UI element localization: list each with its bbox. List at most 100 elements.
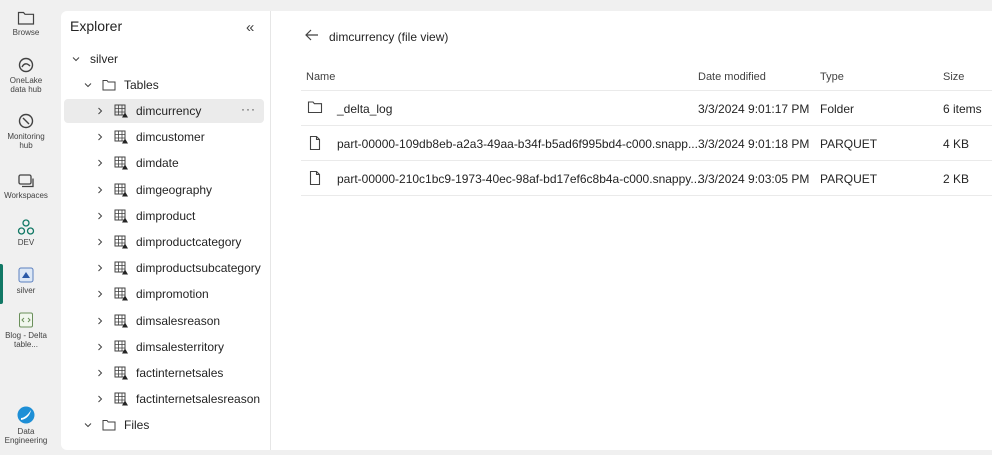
file-date: 3/3/2024 9:01:18 PM xyxy=(698,137,810,151)
tree-item-table[interactable]: dimdate xyxy=(64,151,264,175)
nav-workspace-dev[interactable]: DEV xyxy=(0,218,52,247)
tree-item-table[interactable]: dimcustomer xyxy=(64,125,264,149)
nav-workspaces[interactable]: Workspaces xyxy=(0,173,52,200)
delta-table-icon xyxy=(114,156,130,170)
chevron-right-icon[interactable] xyxy=(94,185,106,195)
more-options-button[interactable]: ··· xyxy=(241,102,256,116)
file-date: 3/3/2024 9:01:17 PM xyxy=(698,102,810,116)
table-name: dimpromotion xyxy=(136,287,209,302)
tree-item-tables[interactable]: Tables xyxy=(64,73,264,97)
tree-item-lakehouse[interactable]: silver xyxy=(64,47,264,71)
chevron-right-icon[interactable] xyxy=(94,263,106,273)
tree-item-table[interactable]: dimgeography xyxy=(64,178,264,202)
explorer-pane: Explorer « silver Tables dimcurrency ··· d… xyxy=(61,11,271,450)
nav-monitoring-hub[interactable]: Monitoring hub xyxy=(0,112,52,150)
delta-table-icon xyxy=(114,340,130,354)
notebook-icon xyxy=(19,312,33,328)
chevron-right-icon[interactable] xyxy=(94,316,106,326)
table-name: dimsalesterritory xyxy=(136,339,225,354)
column-header-date[interactable]: Date modified xyxy=(698,71,766,83)
collapse-explorer-button[interactable]: « xyxy=(246,19,254,36)
file-row[interactable]: _delta_log 3/3/2024 9:01:17 PM Folder 6 ite… xyxy=(301,91,992,126)
file-row[interactable]: part-00000-210c1bc9-1973-40ec-98af-bd17e… xyxy=(301,161,992,196)
lakehouse-icon xyxy=(18,267,34,283)
file-row[interactable]: part-00000-109db8eb-a2a3-49aa-b34f-b5ad6… xyxy=(301,126,992,161)
nav-onelake-label: OneLake data hub xyxy=(9,76,43,94)
tree-item-files[interactable]: Files xyxy=(64,413,264,437)
table-name: factinternetsalesreason xyxy=(136,392,261,407)
chevron-down-icon[interactable] xyxy=(82,420,94,430)
chevron-right-icon[interactable] xyxy=(94,158,106,168)
breadcrumb: dimcurrency (file view) xyxy=(329,30,449,44)
row-icon xyxy=(307,135,323,154)
file-view-pane: dimcurrency (file view) Name Date modifi… xyxy=(271,11,992,450)
chevron-right-icon[interactable] xyxy=(94,394,106,404)
table-name: dimcustomer xyxy=(136,130,205,145)
files-label: Files xyxy=(124,418,150,432)
file-icon xyxy=(309,135,321,151)
nav-onelake-data-hub[interactable]: OneLake data hub xyxy=(0,56,52,94)
column-header-name[interactable]: Name xyxy=(306,71,335,83)
chevron-right-icon[interactable] xyxy=(94,289,106,299)
tree-item-table[interactable]: dimsalesreason xyxy=(64,309,264,333)
chevron-down-icon[interactable] xyxy=(82,80,94,90)
nav-browse-label: Browse xyxy=(12,28,40,37)
file-icon xyxy=(309,170,321,186)
chevron-right-icon[interactable] xyxy=(94,237,106,247)
data-engineering-icon xyxy=(17,406,35,424)
column-header-size[interactable]: Size xyxy=(943,71,964,83)
folder-icon xyxy=(307,101,323,114)
delta-table-icon xyxy=(114,209,130,223)
file-type: PARQUET xyxy=(820,172,878,186)
delta-table-icon xyxy=(114,392,130,406)
back-button[interactable] xyxy=(304,28,320,47)
table-name: dimsalesreason xyxy=(136,313,221,328)
file-size: 6 items xyxy=(943,102,982,116)
file-name[interactable]: _delta_log xyxy=(337,102,392,116)
onelake-icon xyxy=(18,57,34,73)
tree-item-table[interactable]: dimsalesterritory xyxy=(64,335,264,359)
chevron-right-icon[interactable] xyxy=(94,368,106,378)
tree-item-table[interactable]: factinternetsales xyxy=(64,361,264,385)
monitoring-icon xyxy=(18,113,34,129)
row-icon xyxy=(307,100,323,117)
column-header-type[interactable]: Type xyxy=(820,71,844,83)
table-name: dimdate xyxy=(136,156,179,171)
chevron-down-icon[interactable] xyxy=(70,54,82,64)
table-name: dimgeography xyxy=(136,182,213,197)
file-type: Folder xyxy=(820,102,855,116)
nav-monitoring-label: Monitoring hub xyxy=(7,132,45,150)
tables-label: Tables xyxy=(124,78,159,92)
nav-workspaces-label: Workspaces xyxy=(4,191,48,200)
tree-item-table[interactable]: dimpromotion xyxy=(64,282,264,306)
delta-table-icon xyxy=(114,130,130,144)
table-name: dimproductcategory xyxy=(136,235,242,249)
file-size: 4 KB xyxy=(943,137,970,151)
tree-item-table[interactable]: dimproduct xyxy=(64,204,264,228)
tree-item-table[interactable]: factinternetsalesreason xyxy=(64,387,264,411)
chevron-right-icon[interactable] xyxy=(94,132,106,142)
file-type: PARQUET xyxy=(820,137,878,151)
tree-item-table[interactable]: dimproductcategory xyxy=(64,230,264,254)
tree-item-table[interactable]: dimcurrency ··· xyxy=(64,99,264,123)
nav-browse[interactable]: Browse xyxy=(0,10,52,37)
table-name: dimcurrency xyxy=(136,104,202,118)
delta-table-icon xyxy=(114,183,130,197)
file-name[interactable]: part-00000-109db8eb-a2a3-49aa-b34f-b5ad6… xyxy=(337,137,698,151)
file-name[interactable]: part-00000-210c1bc9-1973-40ec-98af-bd17e… xyxy=(337,172,700,186)
chevron-right-icon[interactable] xyxy=(94,211,106,221)
arrow-left-icon xyxy=(305,29,318,41)
chevron-right-icon[interactable] xyxy=(94,342,106,352)
chevron-right-icon[interactable] xyxy=(94,106,106,116)
table-name: dimproduct xyxy=(136,208,196,223)
workspace-dev-icon xyxy=(17,219,35,235)
top-strip xyxy=(61,0,992,11)
nav-data-engineering[interactable]: Data Engineering xyxy=(0,405,52,445)
nav-blog-notebook[interactable]: Blog - Delta table... xyxy=(0,311,52,349)
folder-icon xyxy=(17,11,35,25)
tree-item-table[interactable]: dimproductsubcategory xyxy=(64,256,264,280)
table-name: factinternetsales xyxy=(136,366,224,380)
nav-silver[interactable]: silver xyxy=(0,264,52,304)
nav-data-engineering-label: Data Engineering xyxy=(4,427,48,445)
delta-table-icon xyxy=(114,287,130,301)
